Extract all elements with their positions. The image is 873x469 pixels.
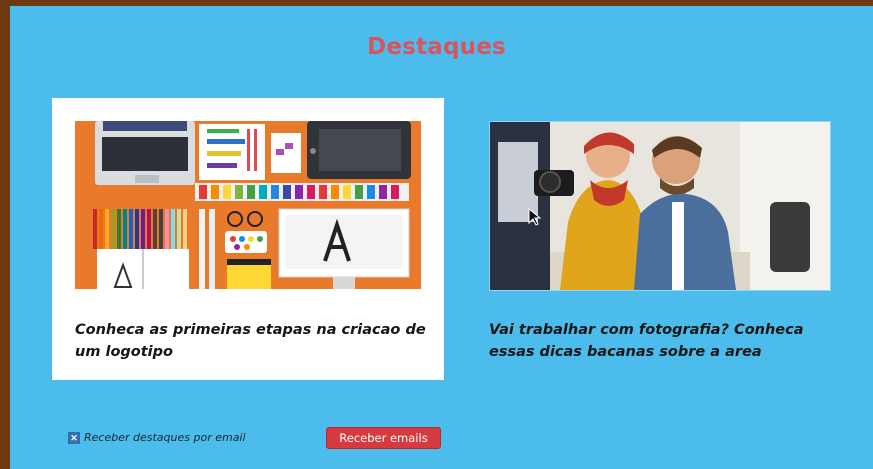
- newsletter-opt-in[interactable]: ✕ Receber destaques por email: [68, 431, 246, 444]
- check-icon: ✕: [69, 432, 79, 443]
- newsletter-checkbox[interactable]: ✕: [68, 431, 80, 444]
- receive-emails-button[interactable]: Receber emails: [326, 427, 441, 449]
- highlight-card-logo[interactable]: Conheca as primeiras etapas na criacao d…: [52, 98, 444, 380]
- card-title[interactable]: Conheca as primeiras etapas na criacao d…: [75, 319, 435, 363]
- section-title: Destaques: [367, 34, 506, 60]
- newsletter-checkbox-label: Receber destaques por email: [84, 431, 246, 444]
- card-title[interactable]: Vai trabalhar com fotografia? Conheca es…: [489, 319, 849, 363]
- mouse-cursor-icon: [528, 208, 542, 226]
- designer-desk-illustration: [75, 121, 421, 289]
- photographers-photo: [489, 121, 831, 291]
